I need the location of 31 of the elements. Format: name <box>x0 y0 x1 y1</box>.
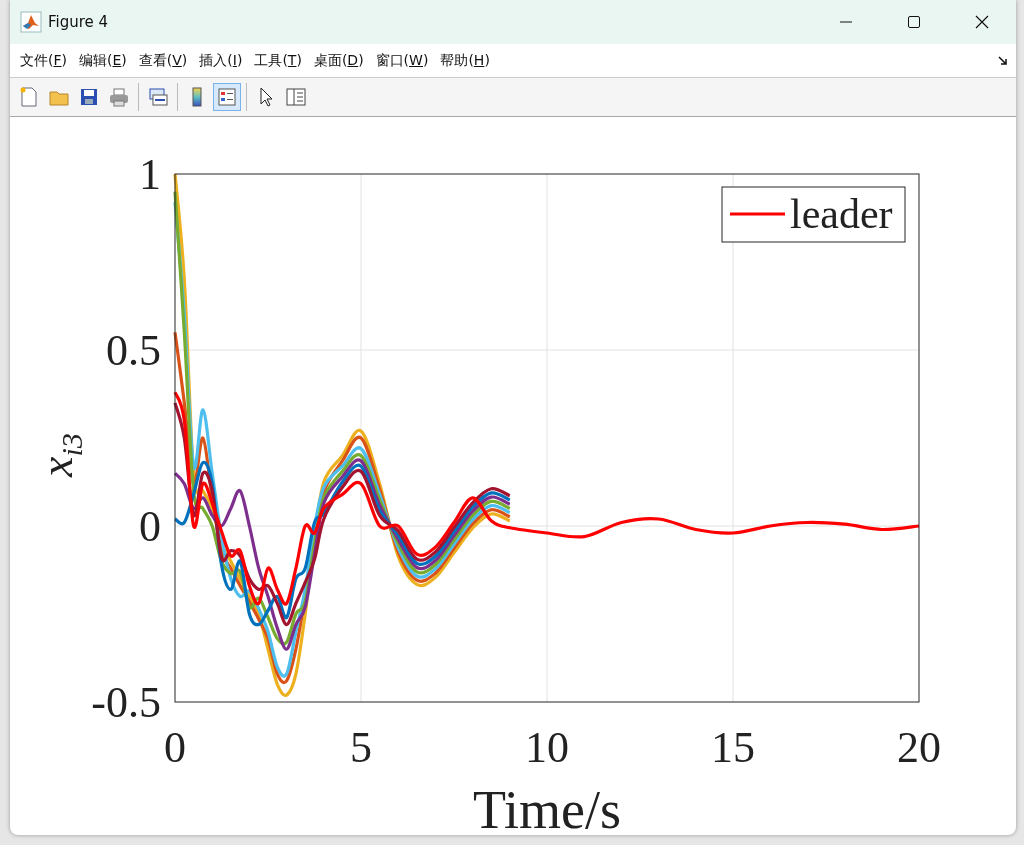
menu-item[interactable]: 文件(F) <box>14 47 73 74</box>
x-tick-label: 5 <box>350 723 372 772</box>
menu-item[interactable]: 桌面(D) <box>307 47 370 74</box>
menu-item[interactable]: 工具(T) <box>248 47 308 74</box>
x-axis-label: Time/s <box>472 780 622 835</box>
y-tick-label: -0.5 <box>91 678 161 727</box>
close-icon <box>975 15 989 29</box>
legend-button[interactable] <box>213 83 241 111</box>
dock-arrow-icon[interactable] <box>998 55 1008 66</box>
printer-icon <box>108 86 130 108</box>
menu-item[interactable]: 编辑(E) <box>73 47 133 74</box>
x-tick-label: 20 <box>897 723 941 772</box>
x-tick-label: 0 <box>164 723 186 772</box>
legend-label: leader <box>790 191 893 237</box>
app-logo-icon <box>20 11 42 33</box>
y-tick-label: 0.5 <box>106 326 161 375</box>
x-tick-label: 15 <box>711 723 755 772</box>
new-file-icon <box>18 86 40 108</box>
save-icon <box>78 86 100 108</box>
property-panel-icon <box>285 86 307 108</box>
y-tick-label: 1 <box>139 150 161 199</box>
menu-item[interactable]: 插入(I) <box>193 47 249 74</box>
legend-icon <box>216 86 238 108</box>
linked-plot-icon <box>147 86 169 108</box>
menu-item[interactable]: 窗口(W) <box>369 47 435 74</box>
x-tick-label: 10 <box>525 723 569 772</box>
maximize-icon <box>907 15 921 29</box>
menu-item[interactable]: 查看(V) <box>132 47 194 74</box>
y-tick-label: 0 <box>139 502 161 551</box>
menu-item[interactable]: 帮助(H) <box>434 47 496 74</box>
window-title: Figure 4 <box>48 13 109 31</box>
